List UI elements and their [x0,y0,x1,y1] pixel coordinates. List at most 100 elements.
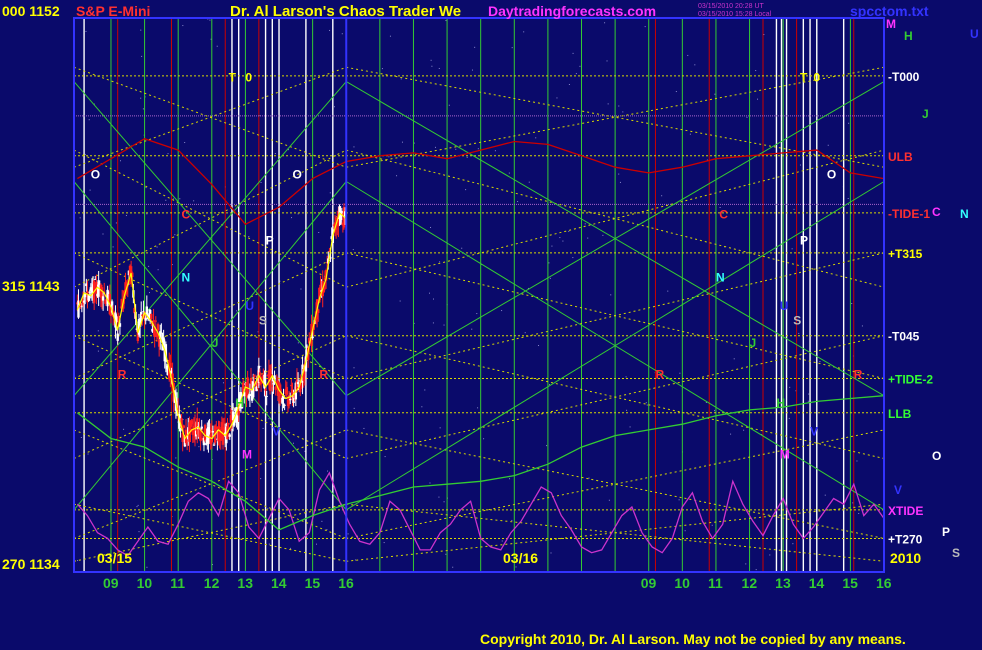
star-dot [757,98,759,100]
chart-letter-marker: O [827,168,836,182]
star-dot [689,133,691,135]
x-tick-label: 09 [641,575,657,591]
star-dot [146,566,148,568]
star-dot [856,460,858,462]
side-letter: P [942,525,950,539]
star-dot [268,543,270,545]
chart-letter-marker: O [91,168,100,182]
star-dot [509,478,511,480]
star-dot [179,198,181,200]
star-dot [267,507,269,509]
x-tick-label: 11 [170,575,185,591]
price-candle [285,387,289,395]
star-dot [483,438,485,440]
star-dot [445,553,447,555]
star-dot [102,233,104,235]
star-dot [383,542,385,544]
star-dot [333,106,335,108]
x-tick-label: 12 [742,575,758,591]
site-link[interactable]: Daytradingforecasts.com [488,3,656,19]
star-dot [824,494,826,496]
price-candle [253,374,256,378]
star-dot [115,222,117,224]
star-dot [745,563,747,565]
star-dot [222,382,224,384]
chart-letter-marker: U [780,299,789,313]
star-dot [396,175,398,177]
star-dot [474,46,476,48]
chart-letter-marker: T [229,71,237,85]
star-dot [165,199,167,201]
star-dot [167,153,169,155]
star-dot [629,426,631,428]
date-label-0315: 03/15 [97,550,133,566]
x-tick-label: 15 [305,575,321,591]
star-dot [546,445,548,447]
star-dot [517,201,519,203]
star-dot [746,116,748,118]
star-dot [399,300,401,302]
x-tick-label: 13 [237,575,253,591]
star-dot [793,208,795,210]
star-dot [421,406,423,408]
star-dot [661,195,663,197]
star-dot [644,26,646,28]
chart-letter-marker: R [319,368,328,382]
star-dot [548,262,550,264]
star-dot [579,65,581,67]
chart-letter-markers: T 0 T 0O O OC CP PN NU US SJ JR R R RH HV VM M [91,71,863,462]
star-dot [438,67,440,69]
chart-letter-marker: C [182,208,191,222]
page-title: Dr. Al Larson's Chaos Trader We [230,3,462,20]
price-candle [150,313,153,320]
star-dot [182,25,184,27]
star-dot [848,122,850,124]
star-dot [138,531,140,533]
star-dot [193,200,195,202]
x-tick-label: 10 [674,575,690,591]
vertical-time-lines [83,18,885,572]
x-tick-label: 16 [338,575,354,591]
price-candle [289,399,292,401]
star-dot [434,146,436,148]
star-dot [439,427,441,429]
price-candle [116,333,119,341]
star-dot [174,234,176,236]
star-dot [461,247,463,249]
star-dot [438,496,440,498]
x-tick-labels: 09 10 11 12 13 14 15 16 09 10 11 12 13 14 15 16 [103,575,892,591]
price-candle [248,394,252,397]
star-dot [471,69,473,71]
star-dot [791,248,793,250]
star-dot [119,160,121,162]
star-dot [808,393,810,395]
star-dot [568,230,570,232]
star-dot [679,372,681,374]
star-dot [123,428,125,430]
star-dot [602,234,604,236]
star-dot [476,313,478,315]
star-dot [430,226,432,228]
x-tick-label: 12 [204,575,220,591]
star-dot [439,261,441,263]
star-dot [315,543,317,545]
star-dot [466,156,468,158]
star-dot [852,502,854,504]
star-dot [572,257,574,259]
star-dot [236,310,238,312]
star-dot [216,45,218,47]
star-dot [575,73,577,75]
star-dot [175,457,177,459]
star-dot [584,223,586,225]
star-dot [515,566,517,568]
star-dot [97,330,99,332]
star-dot [667,290,669,292]
star-dot [733,358,735,360]
star-dot [142,108,144,110]
star-dot [433,298,434,300]
star-dot [89,189,91,191]
star-dot [300,288,302,290]
star-dot [622,111,624,113]
price-candle [154,320,157,322]
price-candle [283,404,286,406]
